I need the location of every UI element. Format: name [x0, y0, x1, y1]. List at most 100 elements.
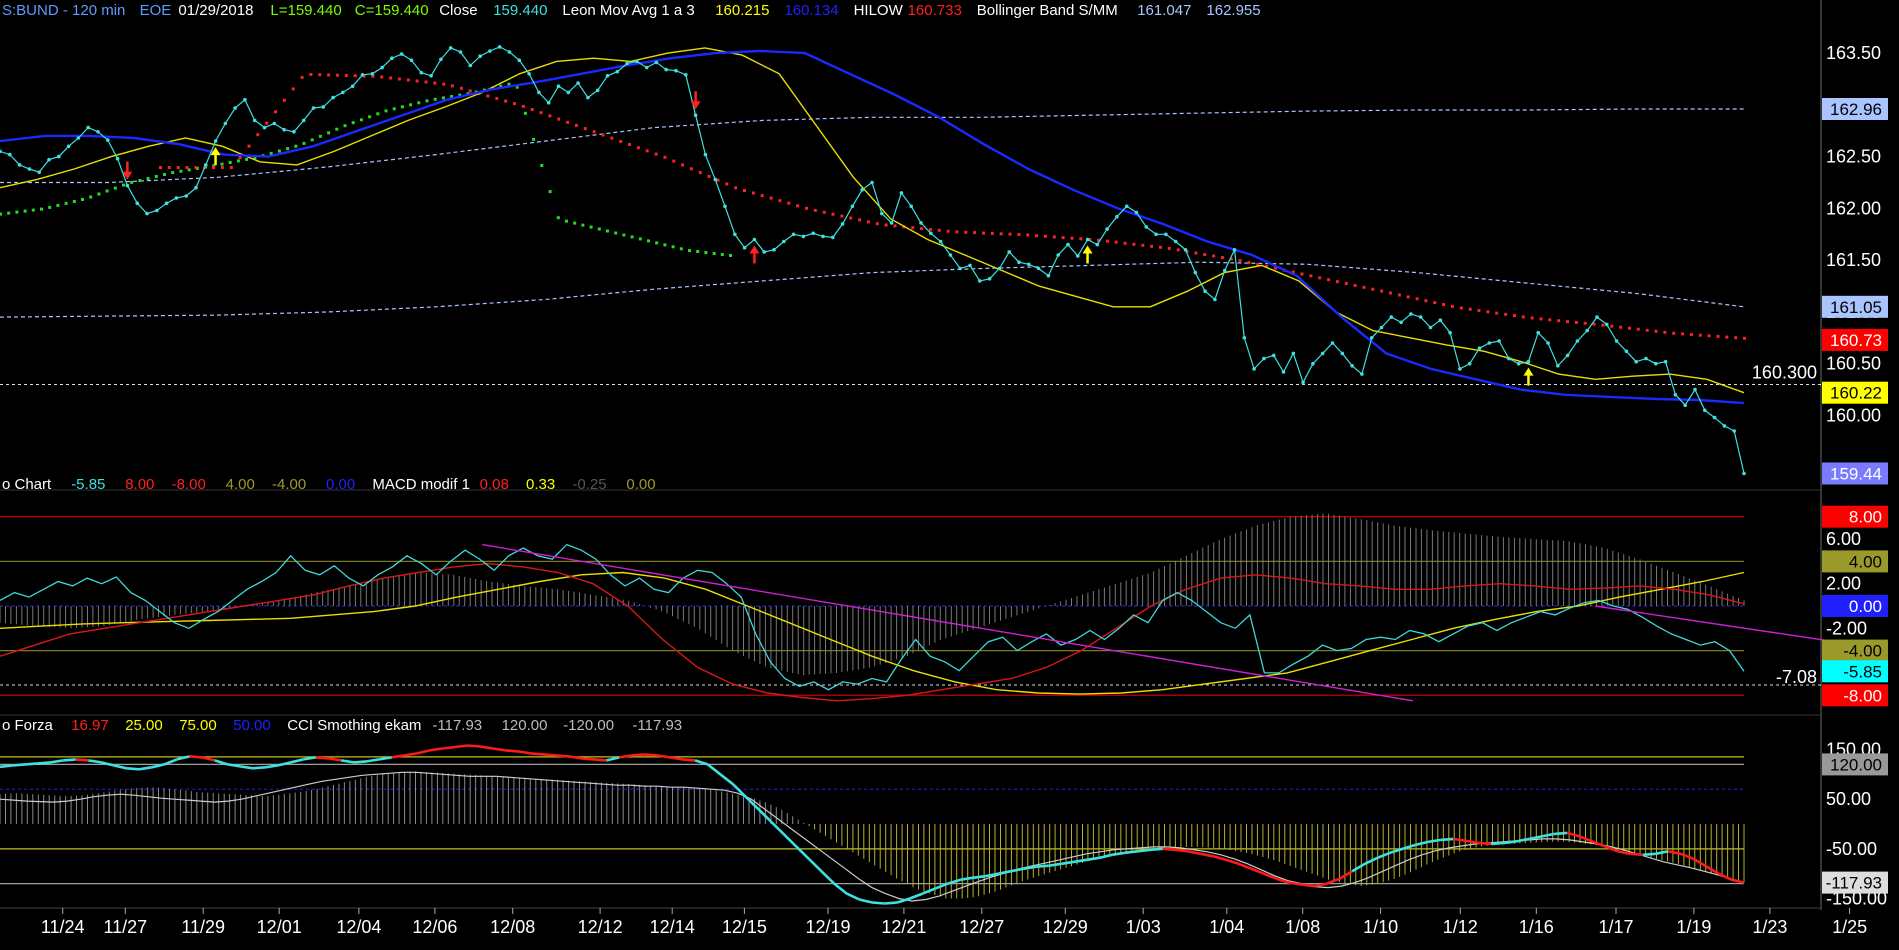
macd-cursor-label: -7.08: [1776, 667, 1817, 687]
macd-header-item: -0.25: [572, 476, 606, 493]
close-price-point: [1575, 339, 1580, 343]
hilow-red-stop-mark: [1521, 315, 1525, 319]
close-price-point: [713, 177, 717, 182]
hilow-red-stop-mark: [1406, 295, 1410, 299]
close-price-point: [938, 239, 943, 244]
close-price-point: [204, 163, 208, 167]
hilow-red-stop-mark: [725, 182, 729, 186]
close-price-point: [1399, 320, 1403, 325]
hilow-green-stop-mark: [688, 249, 691, 253]
close-price-point: [1467, 361, 1472, 366]
hilow-red-stop-mark: [769, 196, 773, 200]
close-price-point: [1203, 289, 1207, 294]
hilow-red-stop-mark: [1512, 314, 1516, 318]
close-price-point: [409, 58, 414, 63]
hilow-green-stop-mark: [302, 141, 306, 145]
close-price-point: [292, 130, 296, 134]
cci-line-segment: [1149, 847, 1163, 852]
close-price-point: [1673, 393, 1678, 397]
close-price-point: [605, 74, 610, 78]
hilow-green-stop-mark: [548, 190, 552, 194]
close-price-point: [909, 204, 913, 209]
close-price-point: [1262, 356, 1266, 361]
close-price-point: [1438, 318, 1443, 323]
hilow-green-stop-mark: [277, 149, 281, 153]
hilow-green-stop-mark: [310, 138, 314, 142]
hilow-red-stop-mark: [530, 108, 534, 111]
hilow-red-stop-mark: [212, 166, 216, 169]
close-price-point: [880, 211, 884, 216]
hilow-red-stop-mark: [1017, 233, 1021, 236]
close-price-point: [17, 163, 22, 167]
close-price-point: [1036, 266, 1041, 271]
close-price-point: [164, 201, 169, 205]
hilow-green-stop-mark: [236, 159, 240, 163]
close-price-point: [311, 106, 316, 110]
x-axis-label: 12/01: [257, 917, 302, 937]
price-tick-label: 162.00: [1826, 198, 1881, 218]
hilow-red-stop-mark: [893, 224, 897, 228]
close-price-point: [1536, 330, 1540, 335]
hilow-red-stop-mark: [1344, 282, 1348, 285]
close-price-point: [1301, 380, 1305, 385]
cci-header-item: 50.00: [233, 717, 271, 734]
close-price-point: [1712, 415, 1717, 420]
trading-chart[interactable]: 163.50163.00162.50162.00161.50161.00160.…: [0, 0, 1899, 950]
close-price-point: [184, 194, 188, 198]
close-price-point: [840, 222, 845, 226]
close-price-point: [1271, 353, 1276, 358]
hilow-green-stop-mark: [40, 207, 43, 211]
hilow-green-stop-mark: [433, 97, 437, 101]
close-price-point: [1154, 232, 1158, 237]
cci-line-segment: [871, 901, 885, 905]
x-axis-label: 1/12: [1443, 917, 1478, 937]
hilow-green-stop-mark: [23, 209, 27, 213]
hilow-red-stop-mark: [353, 74, 357, 78]
macd-header-item: 0.08: [480, 476, 509, 493]
x-axis-label: 12/14: [650, 917, 695, 937]
hilow-red-stop-mark: [1495, 311, 1499, 315]
hilow-green-stop-mark: [351, 121, 355, 125]
hilow-green-stop-mark: [565, 219, 568, 223]
hilow-green-stop-mark: [15, 210, 19, 214]
close-price-point: [468, 63, 473, 68]
hilow-green-stop-mark: [392, 107, 396, 111]
close-price-point: [439, 57, 443, 62]
hilow-red-stop-mark: [274, 110, 277, 114]
x-axis-label: 12/12: [578, 917, 623, 937]
hilow-red-stop-mark: [1035, 234, 1039, 238]
cci-line-segment: [467, 744, 481, 748]
hilow-green-stop-mark: [179, 169, 183, 173]
hilow-red-stop-mark: [805, 206, 808, 210]
close-price-point: [1556, 364, 1560, 368]
hilow-red-stop-mark: [1477, 309, 1481, 312]
hilow-red-stop-mark: [583, 127, 587, 131]
x-axis-label: 1/25: [1832, 917, 1867, 937]
hilow-green-stop-mark: [417, 101, 421, 105]
x-axis-label: 12/19: [805, 917, 850, 937]
hilow-red-stop-mark: [1707, 334, 1711, 338]
hilow-red-stop-mark: [504, 99, 508, 103]
hilow-red-stop-mark: [1132, 242, 1136, 246]
cci-line-segment: [1642, 852, 1656, 857]
close-price-point: [1546, 341, 1550, 345]
close-price-point: [1144, 225, 1149, 229]
close-price-point: [419, 70, 424, 75]
cci-line-segment: [543, 753, 557, 757]
cci-header-item: 75.00: [179, 717, 217, 734]
macd-badge: 0.00: [1822, 595, 1888, 617]
hilow-green-stop-mark: [729, 254, 732, 257]
hilow-red-stop-mark: [681, 163, 685, 167]
hilow-red-stop-mark: [698, 171, 702, 175]
hilow-green-stop-mark: [409, 103, 413, 107]
hilow-red-stop-mark: [1194, 251, 1198, 255]
close-price-point: [174, 196, 179, 200]
hilow-green-stop-mark: [638, 237, 642, 241]
hilow-red-stop-mark: [1681, 332, 1685, 336]
close-price-point: [674, 68, 678, 73]
close-price-point: [576, 81, 580, 85]
hilow-red-stop-mark: [990, 231, 994, 235]
hilow-red-stop-mark: [601, 133, 605, 137]
hilow-red-stop-mark: [1327, 278, 1331, 282]
hilow-red-stop-mark: [282, 98, 286, 102]
